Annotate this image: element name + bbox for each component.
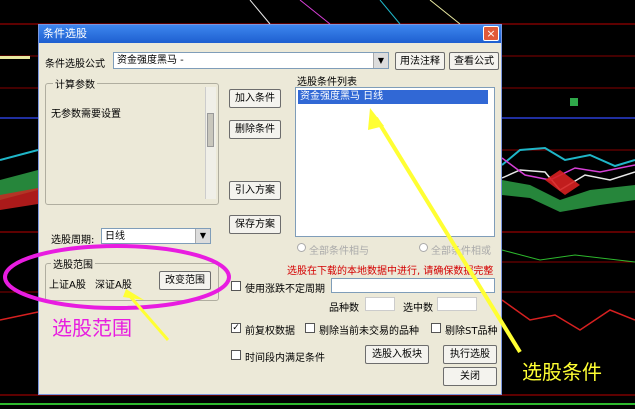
- chevron-down-icon[interactable]: ▼: [195, 229, 210, 243]
- dialog-titlebar[interactable]: 条件选股: [39, 25, 501, 43]
- range-annotation-text: 选股范围: [52, 316, 132, 340]
- period-label: 选股周期:: [51, 235, 95, 246]
- range-item: 深证A股: [95, 280, 132, 291]
- radio-or-label: 全部条件相或: [431, 246, 491, 257]
- radio-or[interactable]: [419, 243, 428, 252]
- close-button[interactable]: 关闭: [443, 367, 497, 386]
- params-group-title: 计算参数: [53, 76, 97, 91]
- radio-and[interactable]: [297, 243, 306, 252]
- pre-adjust-checkbox[interactable]: ✓: [231, 323, 241, 333]
- chevron-down-icon[interactable]: ▼: [373, 53, 388, 68]
- uncertain-period-field[interactable]: [331, 278, 495, 293]
- period-satisfy-label: 时间段内满足条件: [245, 353, 325, 364]
- stock-count-value: [365, 297, 395, 311]
- formula-value: 资金强度黑马 -: [117, 55, 184, 66]
- condition-list-item[interactable]: 资金强度黑马 日线: [298, 90, 488, 104]
- exclude-untraded-label: 剔除当前未交易的品种: [319, 326, 419, 337]
- exclude-st-checkbox[interactable]: [431, 323, 441, 333]
- delete-condition-button[interactable]: 删除条件: [229, 120, 281, 139]
- params-text: 无参数需要设置: [51, 109, 121, 120]
- params-group: [45, 83, 219, 205]
- uncertain-period-checkbox[interactable]: [231, 281, 241, 291]
- selected-count-value: [437, 297, 477, 311]
- formula-label: 条件选股公式: [45, 59, 105, 70]
- add-condition-button[interactable]: 加入条件: [229, 89, 281, 108]
- params-scrollbar-thumb[interactable]: [207, 113, 214, 147]
- stock-count-label: 品种数: [329, 303, 359, 314]
- exclude-st-label: 剔除ST品种: [445, 326, 498, 337]
- pre-adjust-label: 前复权数据: [245, 326, 295, 337]
- condition-list[interactable]: 资金强度黑马 日线: [295, 87, 495, 237]
- execute-button[interactable]: 执行选股: [443, 345, 497, 364]
- save-scheme-button[interactable]: 保存方案: [229, 215, 281, 234]
- change-range-button[interactable]: 改变范围: [159, 271, 211, 290]
- period-satisfy-checkbox[interactable]: [231, 350, 241, 360]
- range-item: 上证A股: [49, 280, 86, 291]
- data-warning-text: 选股在下载的本地数据中进行, 请确保数据完整: [287, 266, 494, 277]
- period-value: 日线: [105, 231, 125, 242]
- formula-select[interactable]: 资金强度黑马 - ▼: [113, 52, 389, 69]
- period-select[interactable]: 日线 ▼: [101, 228, 211, 244]
- uncertain-period-label: 使用涨跌不定周期: [245, 284, 325, 295]
- params-scrollbar[interactable]: [205, 87, 216, 199]
- selected-count-label: 选中数: [403, 303, 433, 314]
- to-sector-button[interactable]: 选股入板块: [365, 345, 429, 364]
- dialog-title: 条件选股: [43, 27, 87, 40]
- range-group-title: 选股范围: [51, 256, 95, 271]
- radio-and-label: 全部条件相与: [309, 246, 369, 257]
- close-icon[interactable]: ×: [483, 26, 499, 41]
- exclude-untraded-checkbox[interactable]: [305, 323, 315, 333]
- view-formula-button[interactable]: 查看公式: [449, 52, 499, 70]
- condition-annotation-text: 选股条件: [522, 360, 602, 384]
- help-button[interactable]: 用法注释: [395, 52, 445, 70]
- condition-list-label: 选股条件列表: [297, 77, 357, 88]
- load-scheme-button[interactable]: 引入方案: [229, 181, 281, 200]
